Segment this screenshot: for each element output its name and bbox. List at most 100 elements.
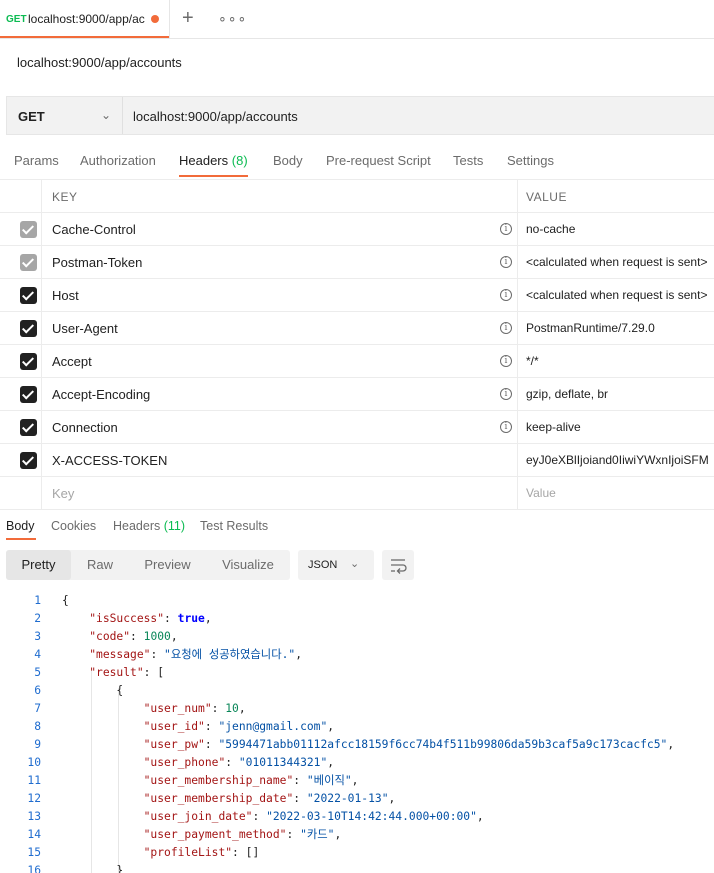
chevron-down-icon: ⌄ — [101, 108, 112, 122]
code-token: : — [204, 720, 219, 733]
header-key[interactable]: Host — [52, 288, 79, 303]
code-token: "user_payment_method" — [143, 828, 287, 841]
header-value[interactable]: */* — [526, 354, 714, 368]
code-line: 7 "user_num": 10, — [0, 700, 714, 718]
view-pretty-button[interactable]: Pretty — [6, 550, 71, 580]
code-line: 9 "user_pw": "5994471abb01112afcc18159f6… — [0, 736, 714, 754]
tab-authorization[interactable]: Authorization — [80, 153, 156, 168]
info-icon[interactable]: i — [500, 256, 512, 268]
request-title[interactable]: localhost:9000/app/accounts — [17, 55, 182, 70]
url-input[interactable]: localhost:9000/app/accounts — [133, 109, 298, 124]
info-icon[interactable]: i — [500, 388, 512, 400]
url-bar: GET ⌄ localhost:9000/app/accounts — [6, 96, 714, 135]
code-text: "user_id": "jenn@gmail.com", — [62, 718, 334, 736]
code-token: , — [476, 810, 484, 823]
code-token: "요청에 성공하였습니다." — [164, 648, 296, 661]
response-tab-body[interactable]: Body — [6, 519, 35, 533]
header-enabled-checkbox[interactable] — [20, 419, 37, 436]
header-key[interactable]: Cache-Control — [52, 222, 136, 237]
header-key[interactable]: Accept — [52, 354, 92, 369]
code-line: 6 { — [0, 682, 714, 700]
header-value[interactable]: <calculated when request is sent> — [526, 288, 714, 302]
header-value[interactable]: <calculated when request is sent> — [526, 255, 714, 269]
info-icon[interactable]: i — [500, 223, 512, 235]
code-token: 10 — [225, 702, 239, 715]
code-token: : — [286, 828, 301, 841]
header-value[interactable]: gzip, deflate, br — [526, 387, 714, 401]
code-token: : [] — [232, 846, 260, 859]
header-enabled-checkbox — [20, 221, 37, 238]
unsaved-dot-icon — [151, 15, 159, 23]
code-line: 4 "message": "요청에 성공하였습니다.", — [0, 646, 714, 664]
tab-body[interactable]: Body — [273, 153, 303, 168]
header-key[interactable]: Connection — [52, 420, 118, 435]
tab-tests[interactable]: Tests — [453, 153, 483, 168]
header-key[interactable]: X-ACCESS-TOKEN — [52, 453, 167, 468]
info-icon[interactable]: i — [500, 421, 512, 433]
header-key[interactable]: User-Agent — [52, 321, 118, 336]
tab-settings[interactable]: Settings — [507, 153, 554, 168]
tab-params[interactable]: Params — [14, 153, 59, 168]
code-token: , — [204, 612, 212, 625]
view-preview-button[interactable]: Preview — [129, 550, 206, 580]
code-text: "code": 1000, — [62, 628, 177, 646]
header-key[interactable]: Postman-Token — [52, 255, 142, 270]
response-tab-cookies[interactable]: Cookies — [51, 519, 96, 533]
info-icon[interactable]: i — [500, 355, 512, 367]
code-token: "5994471abb01112afcc18159f6cc74b4f511b99… — [218, 738, 668, 751]
header-enabled-checkbox[interactable] — [20, 452, 37, 469]
response-tab-cookies-label: Cookies — [51, 519, 97, 533]
header-value[interactable]: eyJ0eXBlIjoiand0IiwiYWxnIjoiSFM — [526, 453, 714, 467]
info-icon[interactable]: i — [500, 289, 512, 301]
code-text: "user_pw": "5994471abb01112afcc18159f6cc… — [62, 736, 675, 754]
tab-pre-request-script[interactable]: Pre-request Script — [326, 153, 431, 168]
view-raw-button[interactable]: Raw — [71, 550, 129, 580]
code-token: , — [327, 720, 335, 733]
view-visualize-button[interactable]: Visualize — [206, 550, 290, 580]
more-tabs-icon[interactable]: ∘∘∘ — [218, 10, 247, 27]
value-input[interactable]: Value — [526, 486, 714, 500]
code-line: 12 "user_membership_date": "2022-01-13", — [0, 790, 714, 808]
header-enabled-checkbox[interactable] — [20, 353, 37, 370]
method-select-label: GET — [18, 109, 45, 124]
code-token: 1000 — [143, 630, 171, 643]
code-token: : — [130, 630, 144, 643]
method-select[interactable]: GET ⌄ — [7, 97, 123, 134]
header-value[interactable]: no-cache — [526, 222, 714, 236]
line-number: 16 — [27, 864, 41, 873]
line-number: 11 — [27, 774, 41, 787]
header-value[interactable]: PostmanRuntime/7.29.0 — [526, 321, 714, 335]
line-number: 12 — [27, 792, 41, 805]
format-select[interactable]: JSON ⌄ — [298, 550, 374, 580]
header-row: X-ACCESS-TOKEN eyJ0eXBlIjoiand0IiwiYWxnIj… — [0, 444, 714, 477]
response-tab-headers[interactable]: Headers (11) — [113, 519, 185, 533]
new-tab-button[interactable]: + — [182, 8, 194, 28]
code-line: 15 "profileList": [] — [0, 844, 714, 862]
response-tab-headers-count: (11) — [163, 519, 186, 533]
header-value[interactable]: keep-alive — [526, 420, 714, 434]
response-tab-active-indicator — [6, 538, 36, 540]
header-row: Accept i */* — [0, 345, 714, 378]
header-row: Connection i keep-alive — [0, 411, 714, 444]
response-tab-test-results[interactable]: Test Results — [200, 519, 268, 533]
info-icon[interactable]: i — [500, 322, 512, 334]
header-enabled-checkbox[interactable] — [20, 287, 37, 304]
code-text: { — [62, 592, 69, 610]
header-enabled-checkbox[interactable] — [20, 320, 37, 337]
header-enabled-checkbox[interactable] — [20, 386, 37, 403]
response-body-code[interactable]: 1{2 "isSuccess": true, 3 "code": 1000, 4 "… — [0, 592, 714, 873]
header-enabled-checkbox — [20, 254, 37, 271]
code-token: , — [667, 738, 675, 751]
code-token: : — [150, 648, 165, 661]
key-input[interactable]: Key — [52, 486, 74, 501]
header-key[interactable]: Accept-Encoding — [52, 387, 150, 402]
code-line: 2 "isSuccess": true, — [0, 610, 714, 628]
tab-headers[interactable]: Headers (8) — [179, 153, 248, 168]
code-text: "isSuccess": true, — [62, 610, 212, 628]
request-tab[interactable]: GET localhost:9000/app/ac — [0, 0, 170, 38]
wrap-lines-button[interactable] — [382, 550, 414, 580]
